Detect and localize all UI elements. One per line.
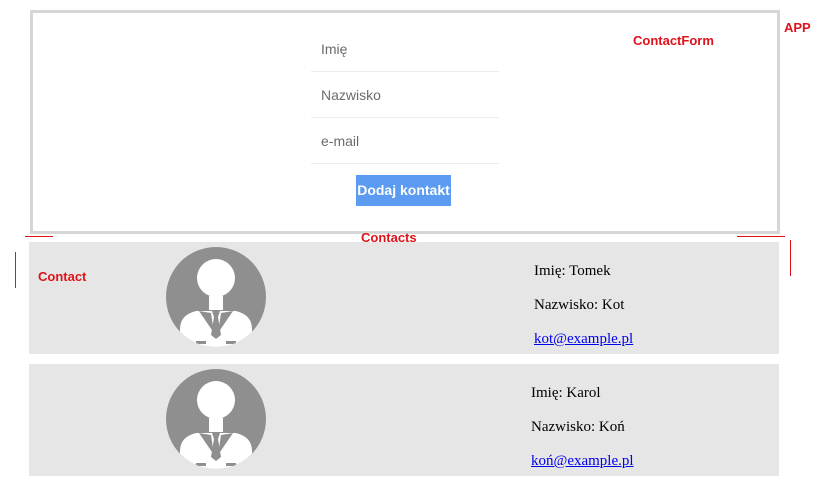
contacts-bracket-right [737, 236, 785, 237]
avatar-icon [166, 369, 266, 469]
avatar-icon [166, 247, 266, 347]
contact-form-annotation: ContactForm [633, 33, 714, 48]
contact-last-name: Nazwisko: Kot [534, 297, 625, 313]
contact-card: Imię: Tomek Nazwisko: Kot kot@example.pl [29, 242, 779, 354]
contact-first-name: Imię: Tomek [534, 263, 611, 279]
last-name-input[interactable]: Nazwisko [311, 73, 499, 118]
contact-bracket-right [790, 240, 791, 276]
app-annotation: APP [784, 20, 811, 35]
contact-first-name: Imię: Karol [531, 385, 601, 401]
contact-email-link[interactable]: kot@example.pl [534, 331, 633, 347]
contact-bracket-left [15, 252, 16, 288]
contact-annotation: Contact [38, 269, 87, 284]
add-contact-button[interactable]: Dodaj kontakt [356, 175, 451, 206]
contacts-bracket-left [25, 236, 53, 237]
email-input[interactable]: e-mail [311, 119, 499, 164]
first-name-input[interactable]: Imię [311, 27, 499, 72]
contact-card: Imię: Karol Nazwisko: Koń koń@example.pl [29, 364, 779, 476]
contact-email-link[interactable]: koń@example.pl [531, 453, 634, 469]
contact-last-name: Nazwisko: Koń [531, 419, 625, 435]
